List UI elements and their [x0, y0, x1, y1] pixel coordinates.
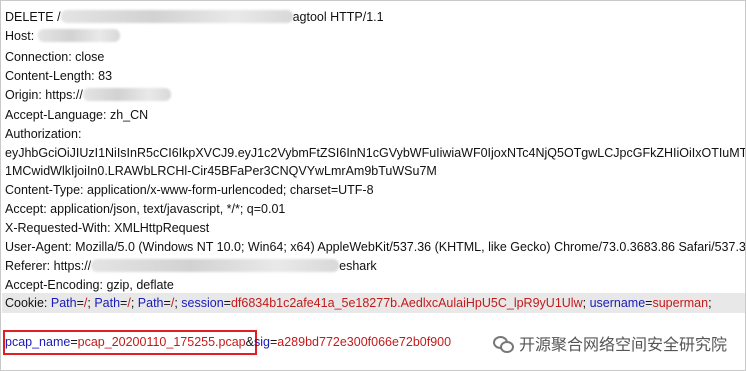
referer-tail: eshark — [339, 259, 377, 273]
host-label: Host: — [5, 29, 38, 43]
cookie-value: superman — [652, 296, 709, 310]
redacted-block — [60, 10, 293, 23]
accept-header: Accept: application/json, text/javascrip… — [5, 202, 286, 216]
request-method: DELETE / — [5, 10, 61, 24]
content-length-header: Content-Length: 83 — [5, 69, 113, 83]
body-param-key: sig — [253, 335, 270, 349]
redacted-block — [91, 259, 340, 272]
user-agent-header: User-Agent: Mozilla/5.0 (Windows NT 10.0… — [5, 240, 746, 254]
authorization-header: Authorization: — [5, 127, 82, 141]
body-param-value: a289bd772e300f066e72b0f900 — [277, 335, 452, 349]
origin-label: Origin: https:// — [5, 88, 83, 102]
body-param-value: pcap_20200110_175255.pcap — [77, 335, 246, 349]
http-request-editor[interactable]: DELETE / agtool HTTP/1.1 Host: Connection… — [0, 0, 746, 371]
accept-language-header: Accept-Language: zh_CN — [5, 108, 149, 122]
request-body: pcap_name=pcap_20200110_175255.pcap&sig=… — [5, 335, 452, 349]
origin-header: Origin: https:// — [5, 87, 171, 104]
authorization-token-line-1: eyJhbGciOiJIUzI1NiIsInR5cCI6IkpXVCJ9.eyJ… — [5, 146, 746, 160]
watermark: 开源聚合网络空间安全研究院 — [492, 331, 727, 355]
cookie-key: session — [181, 296, 224, 310]
content-type-header: Content-Type: application/x-www-form-url… — [5, 183, 374, 197]
cookie-key: Path — [94, 296, 121, 310]
cookie-label: Cookie: — [5, 296, 51, 310]
cookie-key: username — [589, 296, 646, 310]
cookie-key: Path — [50, 296, 77, 310]
watermark-text: 开源聚合网络空间安全研究院 — [518, 337, 727, 354]
authorization-token-line-2: 1MCwidWlkIjoiIn0.LRAWbLRCHl-Cir45BFaPer3… — [5, 164, 437, 178]
request-line: DELETE / agtool HTTP/1.1 — [5, 9, 384, 26]
accept-encoding-header: Accept-Encoding: gzip, deflate — [5, 278, 174, 292]
cookie-key: Path — [137, 296, 164, 310]
cookie-header: Cookie: Path=/; Path=/; Path=/; session=… — [5, 296, 712, 310]
redacted-block — [82, 88, 171, 101]
request-line-tail: agtool HTTP/1.1 — [292, 10, 384, 24]
connection-header: Connection: close — [5, 50, 105, 64]
body-param-key: pcap_name — [5, 335, 71, 349]
cookie-value: df6834b1c2afe41a_5e18277b.AedlxcAulaiHpU… — [230, 296, 583, 310]
wechat-icon — [492, 334, 514, 353]
referer-header: Referer: https:// eshark — [5, 258, 377, 275]
host-header: Host: — [5, 28, 120, 45]
redacted-block — [37, 29, 120, 42]
referer-label: Referer: https:// — [5, 259, 92, 273]
body-separator: & — [245, 335, 254, 349]
x-requested-with-header: X-Requested-With: XMLHttpRequest — [5, 221, 210, 235]
